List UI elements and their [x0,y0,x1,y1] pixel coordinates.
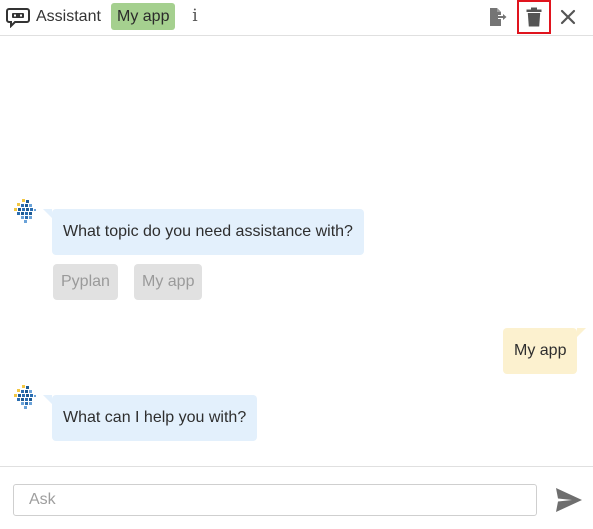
bot-message: What can I help you with? [43,395,258,441]
app-badge: My app [111,3,176,30]
user-message: My app [503,328,587,374]
delete-conversation-button[interactable] [517,0,551,34]
assistant-avatar-icon [14,385,36,409]
send-icon[interactable] [555,487,583,513]
chat-input-bar [0,466,593,529]
assistant-header: Assistant My app i [0,0,593,36]
ask-input[interactable] [13,484,537,516]
message-text: What can I help you with? [63,409,247,426]
assistant-panel: Assistant My app i What topic do you nee… [0,0,593,529]
export-icon [490,8,507,26]
option-button-my-app[interactable]: My app [134,264,203,300]
export-button[interactable] [484,4,510,30]
assistant-title: Assistant [36,8,101,25]
close-icon [560,9,576,25]
bot-message: What topic do you need assistance with? [43,209,364,255]
assistant-avatar-icon [14,199,36,223]
close-button[interactable] [555,4,581,30]
message-text: My app [514,342,567,359]
option-button-pyplan[interactable]: Pyplan [53,264,118,300]
message-text: What topic do you need assistance with? [63,223,353,240]
info-icon[interactable]: i [188,5,202,27]
trash-icon [526,7,542,27]
robot-chat-icon [6,8,30,28]
